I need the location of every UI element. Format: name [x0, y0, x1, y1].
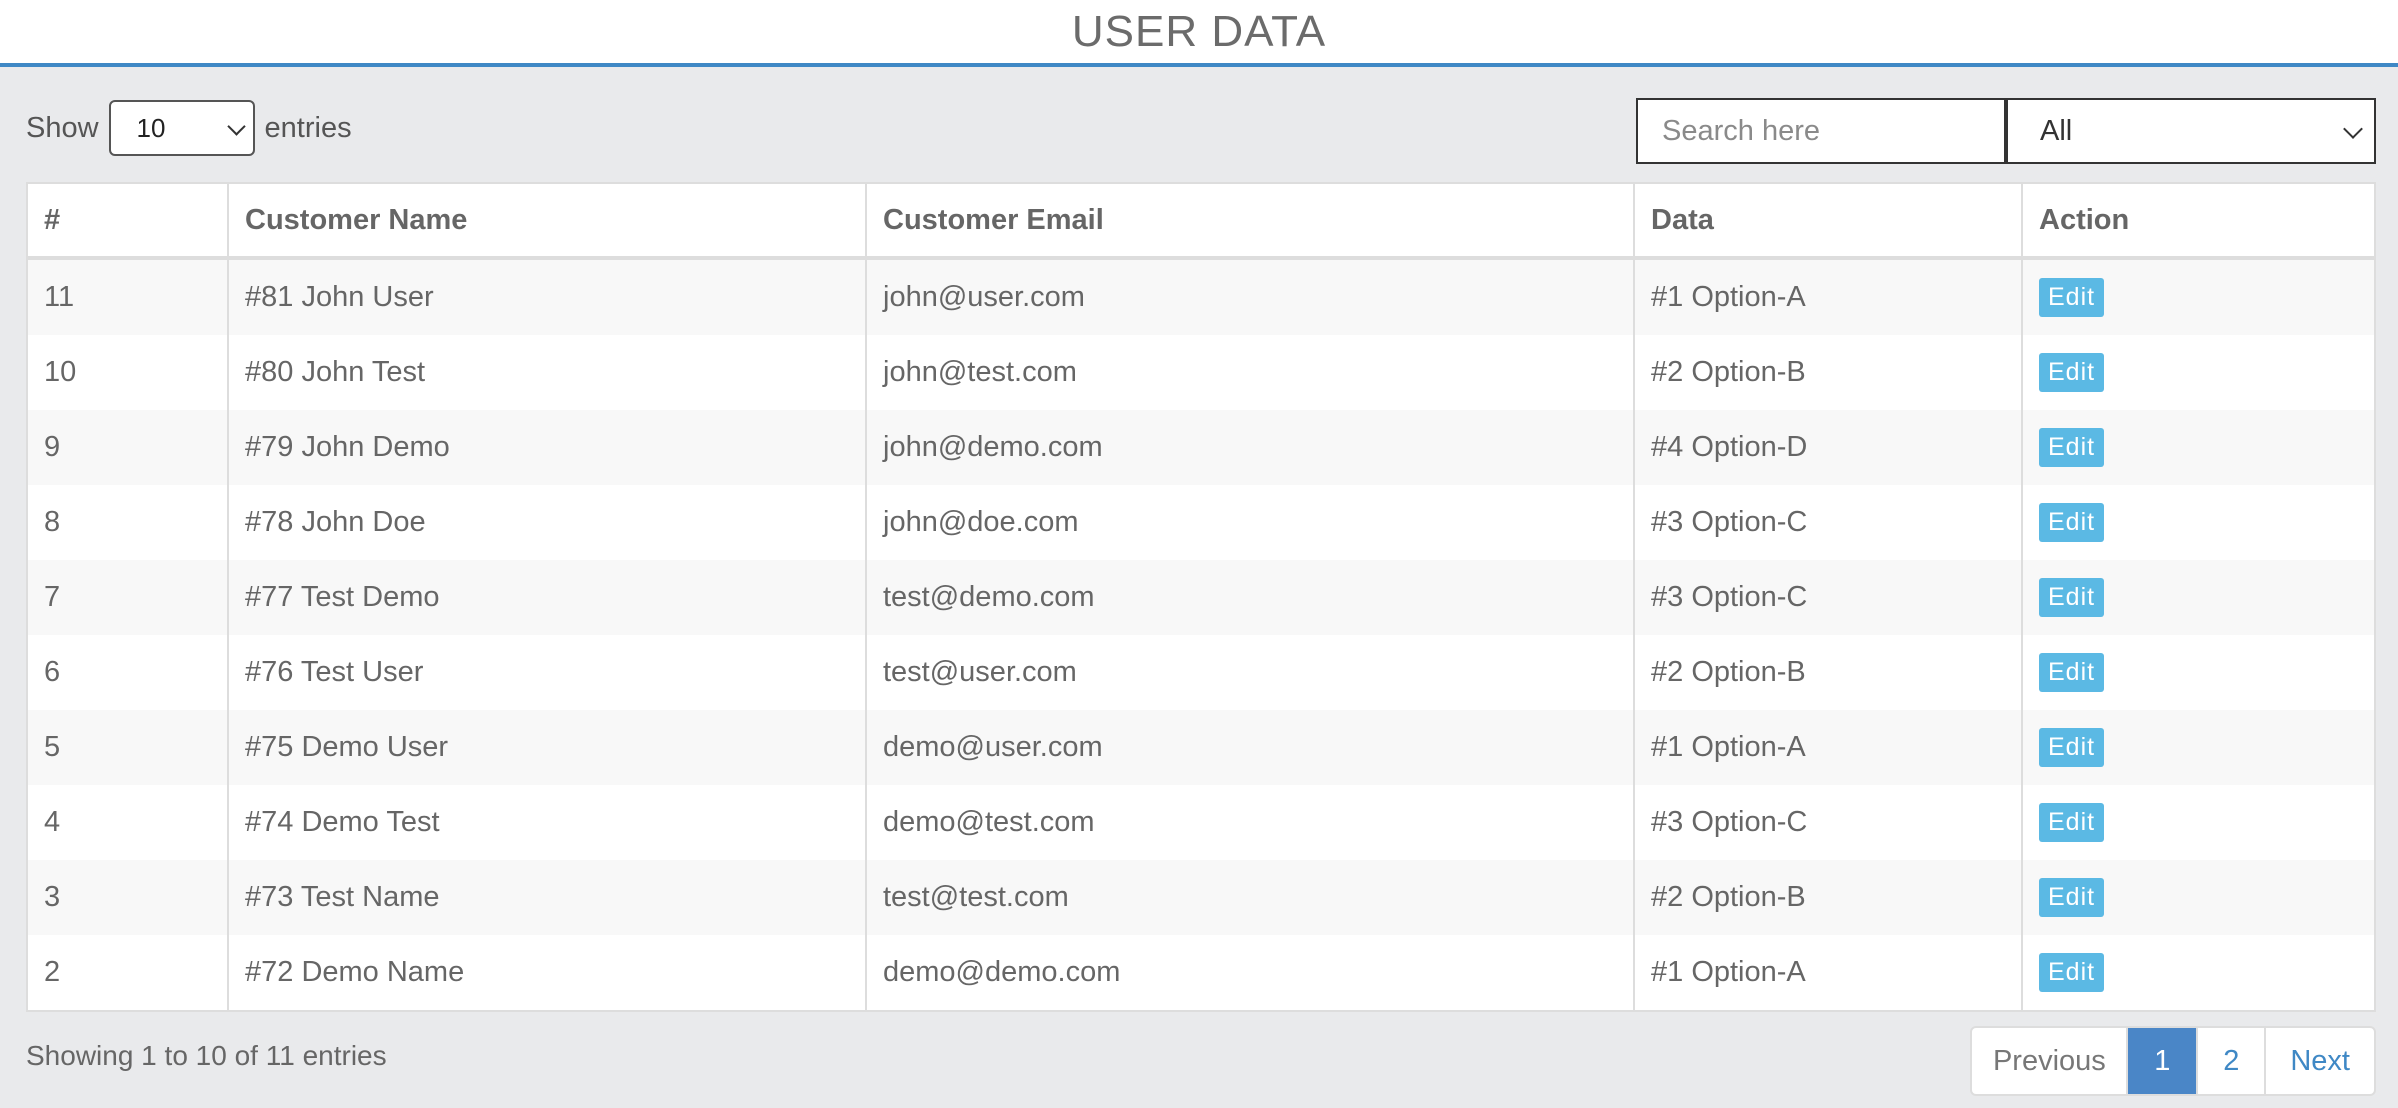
table-row: 9 #79 John Demo john@demo.com #4 Option-…: [28, 410, 2374, 485]
customer-email: john@demo.com: [866, 410, 1635, 485]
edit-button[interactable]: Edit: [2039, 428, 2105, 467]
table-row: 4 #74 Demo Test demo@test.com #3 Option-…: [28, 785, 2374, 860]
customer-name: #78 John Doe: [228, 485, 867, 560]
action-cell: Edit: [2022, 485, 2374, 560]
edit-button[interactable]: Edit: [2039, 878, 2105, 917]
next-page-button[interactable]: Next: [2266, 1028, 2374, 1094]
row-number: 10: [28, 335, 229, 410]
page-title: USER DATA: [1071, 6, 1327, 56]
data-option: #2 Option-B: [1634, 860, 2023, 935]
action-cell: Edit: [2022, 635, 2374, 710]
customer-email: demo@demo.com: [866, 935, 1635, 1010]
row-number: 2: [28, 935, 229, 1010]
row-number: 8: [28, 485, 229, 560]
customer-name: #79 John Demo: [228, 410, 867, 485]
data-option: #1 Option-A: [1634, 258, 2023, 335]
edit-button[interactable]: Edit: [2039, 578, 2105, 617]
table-row: 10 #80 John Test john@test.com #2 Option…: [28, 335, 2374, 410]
show-label: Show: [26, 111, 99, 144]
customer-email: john@doe.com: [866, 485, 1635, 560]
chevron-down-icon: [226, 117, 246, 136]
action-cell: Edit: [2022, 785, 2374, 860]
customer-name: #81 John User: [228, 258, 867, 335]
table-row: 8 #78 John Doe john@doe.com #3 Option-C …: [28, 485, 2374, 560]
table-row: 6 #76 Test User test@user.com #2 Option-…: [28, 635, 2374, 710]
customer-email: demo@test.com: [866, 785, 1635, 860]
data-option: #2 Option-B: [1634, 635, 2023, 710]
table-row: 5 #75 Demo User demo@user.com #1 Option-…: [28, 710, 2374, 785]
table-header-row: # Customer Name Customer Email Data Acti…: [28, 184, 2374, 260]
column-header-number[interactable]: #: [28, 184, 229, 260]
table-row: 11 #81 John User john@user.com #1 Option…: [28, 258, 2374, 335]
search-placeholder: Search here: [1662, 114, 1820, 147]
page-button-2[interactable]: 2: [2198, 1028, 2267, 1094]
data-option: #3 Option-C: [1634, 560, 2023, 635]
customer-name: #72 Demo Name: [228, 935, 867, 1010]
action-cell: Edit: [2022, 410, 2374, 485]
row-number: 3: [28, 860, 229, 935]
table-info: Showing 1 to 10 of 11 entries: [26, 1040, 387, 1071]
length-control: Show 10 entries: [26, 98, 352, 158]
table-row: 2 #72 Demo Name demo@demo.com #1 Option-…: [28, 935, 2374, 1010]
column-header-customer-email[interactable]: Customer Email: [866, 184, 1635, 260]
action-cell: Edit: [2022, 560, 2374, 635]
customer-name: #76 Test User: [228, 635, 867, 710]
data-option: #1 Option-A: [1634, 935, 2023, 1010]
chevron-down-icon: [2343, 119, 2363, 139]
customer-email: test@demo.com: [866, 560, 1635, 635]
customer-name: #75 Demo User: [228, 710, 867, 785]
customer-email: test@user.com: [866, 635, 1635, 710]
row-number: 7: [28, 560, 229, 635]
entries-label: entries: [264, 111, 352, 144]
edit-button[interactable]: Edit: [2039, 503, 2105, 542]
filter-value: All: [2040, 114, 2073, 147]
customer-name: #80 John Test: [228, 335, 867, 410]
table-row: 3 #73 Test Name test@test.com #2 Option-…: [28, 860, 2374, 935]
column-header-data[interactable]: Data: [1634, 184, 2023, 260]
row-number: 11: [28, 258, 229, 335]
customer-email: demo@user.com: [866, 710, 1635, 785]
action-cell: Edit: [2022, 860, 2374, 935]
action-cell: Edit: [2022, 710, 2374, 785]
column-header-customer-name[interactable]: Customer Name: [228, 184, 867, 260]
action-cell: Edit: [2022, 335, 2374, 410]
edit-button[interactable]: Edit: [2039, 728, 2105, 767]
edit-button[interactable]: Edit: [2039, 278, 2105, 317]
data-option: #2 Option-B: [1634, 335, 2023, 410]
row-number: 5: [28, 710, 229, 785]
action-cell: Edit: [2022, 935, 2374, 1010]
edit-button[interactable]: Edit: [2039, 803, 2105, 842]
data-option: #3 Option-C: [1634, 485, 2023, 560]
table-controls: Show 10 entries Search here All: [26, 98, 2376, 164]
page-header: USER DATA: [0, 0, 2398, 67]
row-number: 4: [28, 785, 229, 860]
row-number: 6: [28, 635, 229, 710]
customer-email: test@test.com: [866, 860, 1635, 935]
customer-name: #77 Test Demo: [228, 560, 867, 635]
data-option: #4 Option-D: [1634, 410, 2023, 485]
edit-button[interactable]: Edit: [2039, 653, 2105, 692]
data-option: #1 Option-A: [1634, 710, 2023, 785]
action-cell: Edit: [2022, 258, 2374, 335]
user-data-table: # Customer Name Customer Email Data Acti…: [26, 182, 2376, 1012]
column-header-action: Action: [2022, 184, 2374, 260]
edit-button[interactable]: Edit: [2039, 353, 2105, 392]
row-number: 9: [28, 410, 229, 485]
previous-page-button[interactable]: Previous: [1972, 1028, 2129, 1094]
customer-email: john@test.com: [866, 335, 1635, 410]
entries-per-page-select[interactable]: 10: [108, 100, 255, 156]
customer-name: #74 Demo Test: [228, 785, 867, 860]
data-option: #3 Option-C: [1634, 785, 2023, 860]
pagination: Previous 1 2 Next: [1970, 1026, 2376, 1096]
filter-select[interactable]: All: [2006, 98, 2376, 164]
edit-button[interactable]: Edit: [2039, 953, 2105, 992]
search-input[interactable]: Search here: [1636, 98, 2006, 164]
customer-email: john@user.com: [866, 258, 1635, 335]
table-row: 7 #77 Test Demo test@demo.com #3 Option-…: [28, 560, 2374, 635]
customer-name: #73 Test Name: [228, 860, 867, 935]
page-button-1[interactable]: 1: [2128, 1028, 2199, 1094]
entries-per-page-value: 10: [136, 112, 166, 143]
